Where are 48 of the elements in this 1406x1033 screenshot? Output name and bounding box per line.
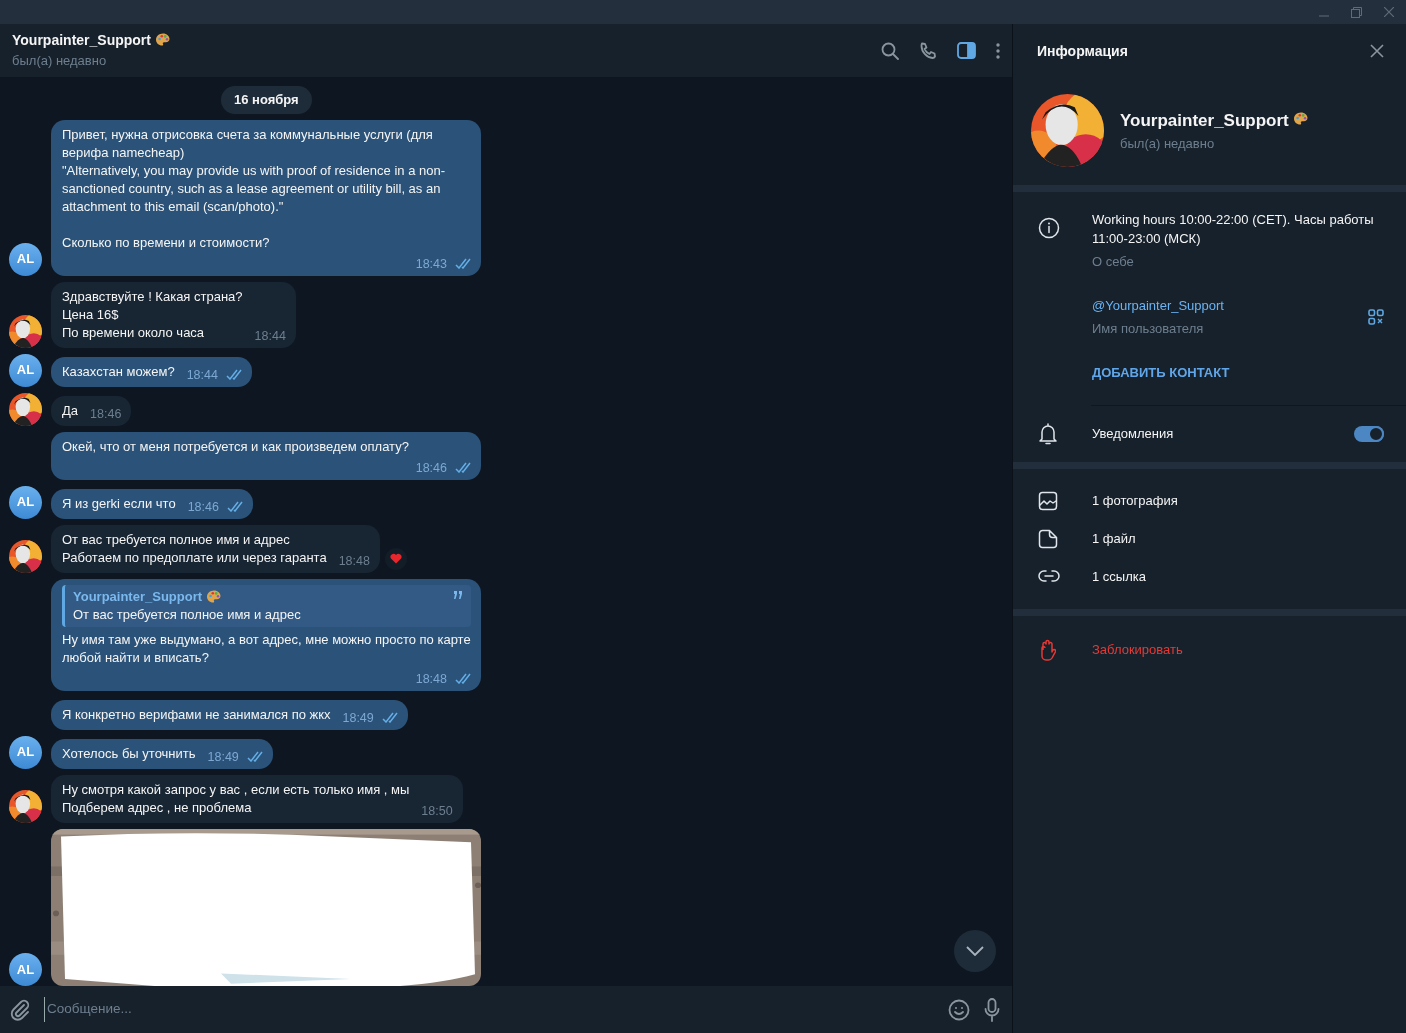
message-text: Здравствуйте ! Какая страна? Цена 16$ По времени около часа (62, 287, 243, 342)
message-time: 18:50 (421, 802, 453, 820)
username-label: Имя пользователя (1092, 320, 1205, 338)
avatar: AL (9, 953, 42, 986)
avatar: AL (9, 242, 42, 276)
message-time: 18:44 (186, 366, 218, 384)
message-text: Привет, нужна отрисовка счета за коммунальные услуги (для верифа namecheap) "Alternatively, you may provide us with proof of residence in a non-sanctioned country, such as a lease agreement or utility bill, as an attachment to this email (scan/photo)." Сколько по времени и стоимости? (62, 125, 446, 252)
message-time: 18:49 (342, 709, 374, 727)
message-composer[interactable]: Сообщение... (0, 986, 1012, 1033)
message-text: Я конкретно верифами не занимался по жкх (62, 705, 331, 724)
avatar: AL (9, 735, 42, 769)
message-text: Окей, что от меня потребуется и как произведем оплату? (62, 437, 409, 456)
message-time: 18:43 (415, 255, 447, 273)
username-link[interactable]: @Yourpainter_Support (1092, 295, 1224, 315)
media-link[interactable]: 1 фотография (1092, 491, 1178, 511)
avatar: AL (9, 353, 42, 387)
message-time: 18:46 (90, 405, 122, 423)
profile-name: Yourpainter_Support (1120, 110, 1289, 132)
message-text: Ну смотря какой запрос у вас , если есть только имя , мы Подберем адрес , не проблема (62, 780, 410, 817)
message-time: 18:49 (207, 748, 239, 766)
notifications-label: Уведомления (1092, 425, 1174, 444)
avatar: AL (9, 485, 42, 519)
message-time: 18:48 (415, 670, 447, 688)
chat-status: был(а) недавно (12, 52, 108, 71)
bio-label: О себе (1092, 253, 1135, 271)
date-badge: 16 ноября (221, 86, 312, 114)
reply-quote[interactable]: Yourpainter_Support От вас требуется полное имя и адрес (62, 584, 471, 627)
reply-author: Yourpainter_Support (73, 587, 203, 606)
chat-title: Yourpainter_Support (12, 31, 151, 51)
add-contact-button[interactable]: ДОБАВИТЬ КОНТАКТ (1092, 362, 1230, 382)
reply-text: От вас требуется полное имя и адрес (73, 605, 302, 624)
message-text: Я из gerki если что (62, 494, 176, 513)
media-link[interactable]: 1 ссылка (1092, 567, 1146, 587)
message-time: 18:46 (187, 498, 219, 516)
message-time: 18:44 (254, 327, 286, 345)
message-text: Казахстан можем? (62, 362, 175, 381)
message-text: От вас требуется полное имя и адрес Работаем по предоплате или через гаранта (62, 530, 327, 567)
media-link[interactable]: 1 файл (1092, 529, 1136, 549)
message-text: Да (62, 401, 79, 420)
message-input[interactable]: Сообщение... (44, 997, 934, 1022)
profile-status: был(а) недавно (1120, 134, 1216, 153)
message-text: Хотелось бы уточнить (62, 744, 196, 763)
panel-title: Информация (1037, 41, 1128, 61)
message-time: 18:48 (338, 552, 370, 570)
block-user-button[interactable]: Заблокировать (1092, 640, 1183, 660)
message-text: Ну имя там уже выдумано, а вот адрес, мне можно просто по карте любой найти и вписать? (62, 630, 471, 667)
bio-text: Working hours 10:00-22:00 (CET). Часы работы 11:00-23:00 (МСК) (1092, 211, 1375, 248)
message-time: 18:46 (415, 459, 447, 477)
